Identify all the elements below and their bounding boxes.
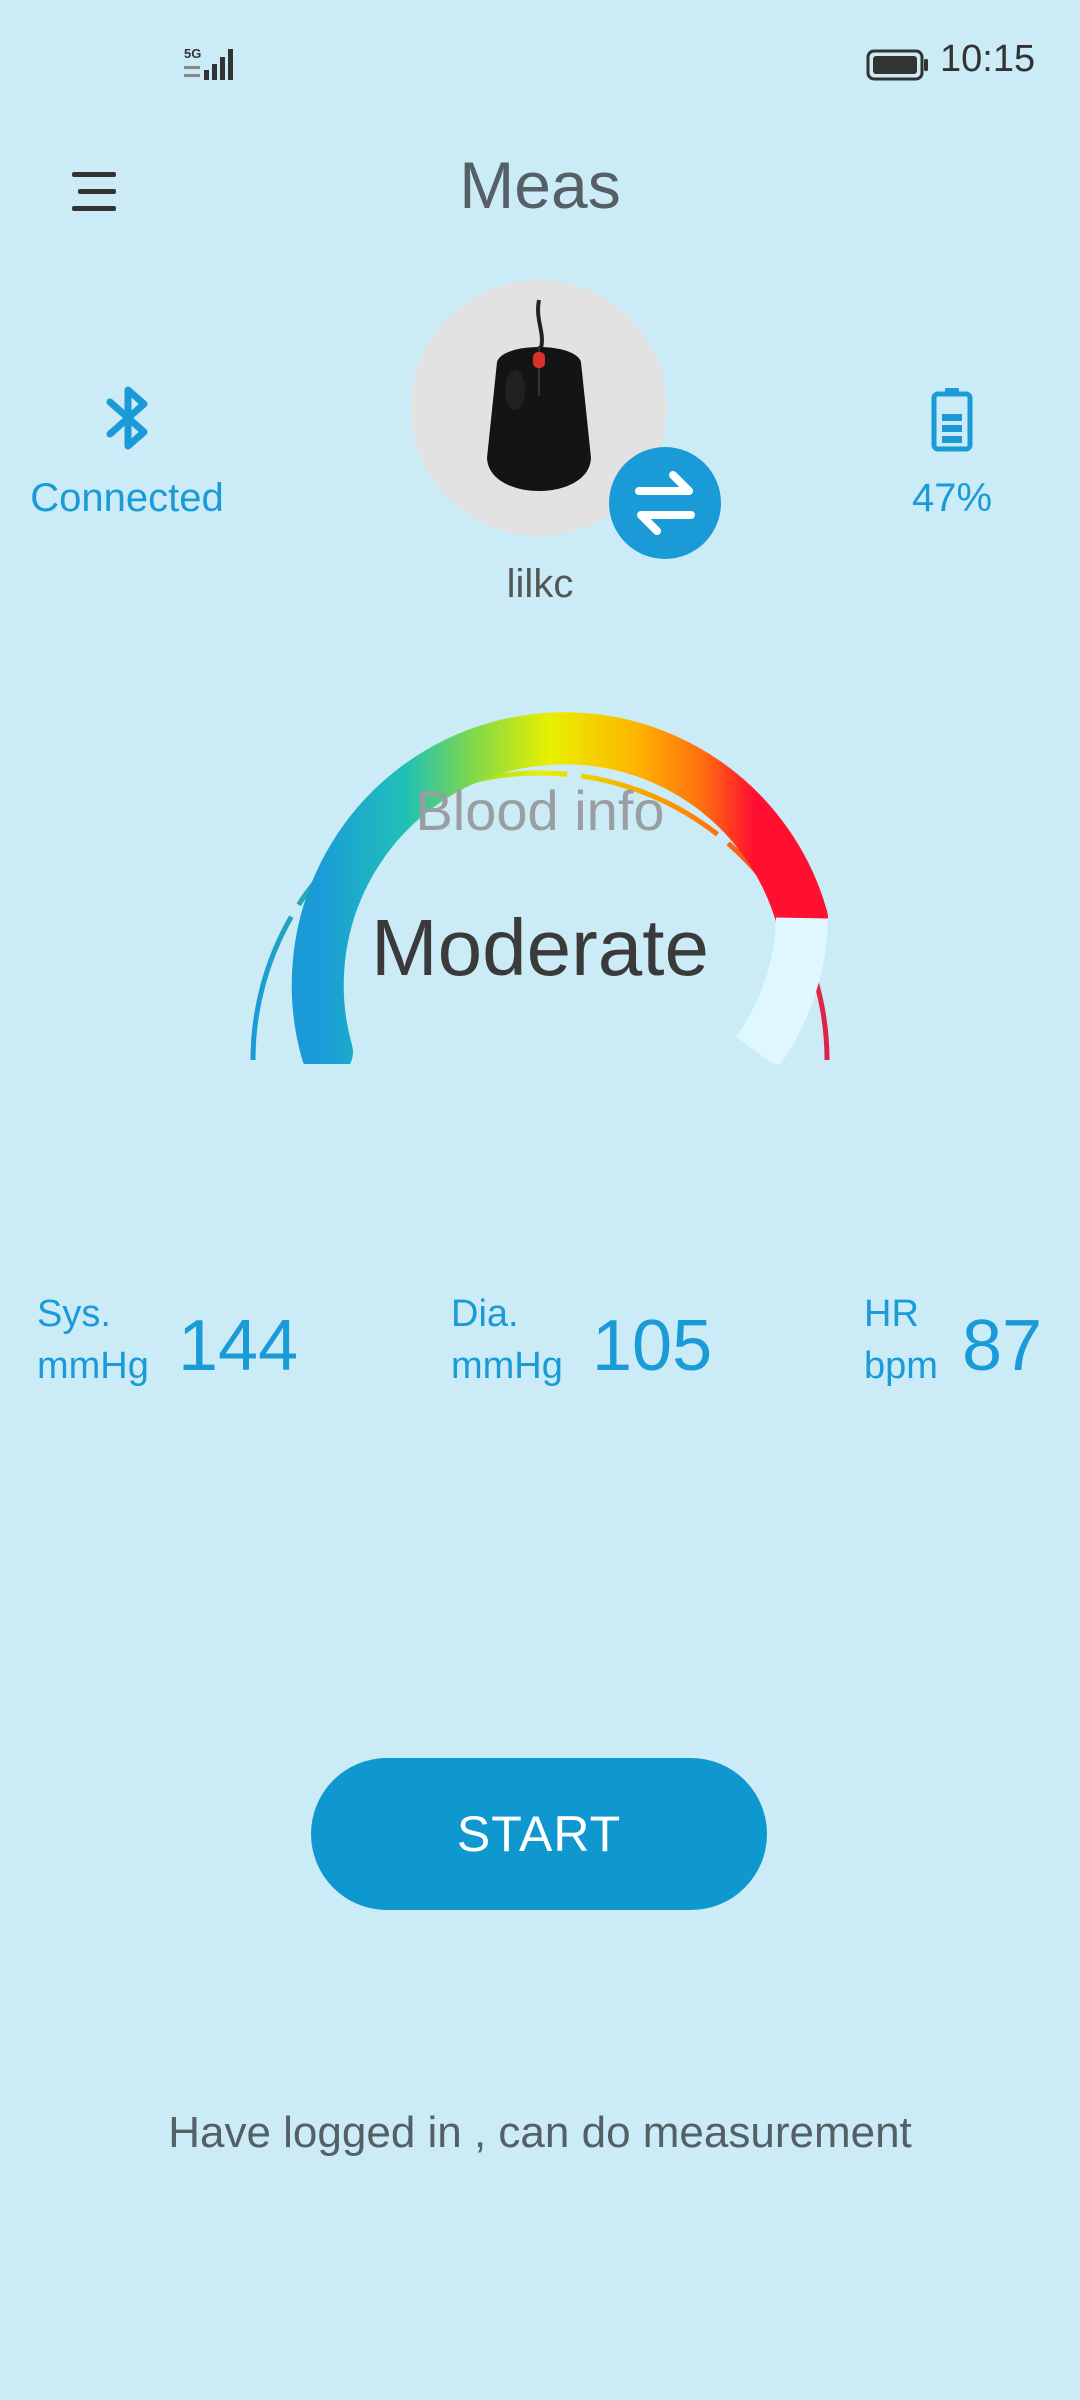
swap-device-button[interactable]: [609, 447, 721, 559]
sys-label-name: Sys.: [37, 1293, 111, 1335]
bluetooth-icon: [106, 386, 148, 450]
dia-label-name: Dia.: [451, 1293, 519, 1335]
swap-arrows-icon: [635, 471, 695, 535]
dia-label: Dia. mmHg: [451, 1288, 563, 1392]
start-button[interactable]: START: [311, 1758, 767, 1910]
battery-level: 47%: [911, 476, 993, 520]
user-name: lilkc: [506, 562, 574, 606]
hr-unit: bpm: [864, 1345, 938, 1387]
blood-pressure-gauge: [200, 712, 880, 1090]
network-type-label: 5G: [184, 46, 201, 61]
dia-unit: mmHg: [451, 1345, 563, 1387]
hr-label: HR bpm: [864, 1288, 938, 1392]
sys-label: Sys. mmHg: [37, 1288, 149, 1392]
sys-unit: mmHg: [37, 1345, 149, 1387]
signal-strength-icon: 5G: [184, 46, 233, 80]
dia-value: 105: [592, 1306, 713, 1386]
connection-status: Connected: [30, 476, 224, 520]
status-time: 10:15: [940, 38, 1036, 80]
status-message: Have logged in , can do measurement: [168, 2108, 912, 2157]
gauge-value: Moderate: [371, 903, 709, 992]
gauge-title: Blood info: [415, 779, 665, 842]
status-battery-icon: [866, 49, 928, 81]
battery-icon: [931, 388, 973, 452]
sys-value: 144: [178, 1306, 299, 1386]
hr-label-name: HR: [864, 1293, 919, 1335]
hr-value: 87: [962, 1306, 1043, 1386]
page-title: Meas: [459, 148, 621, 222]
